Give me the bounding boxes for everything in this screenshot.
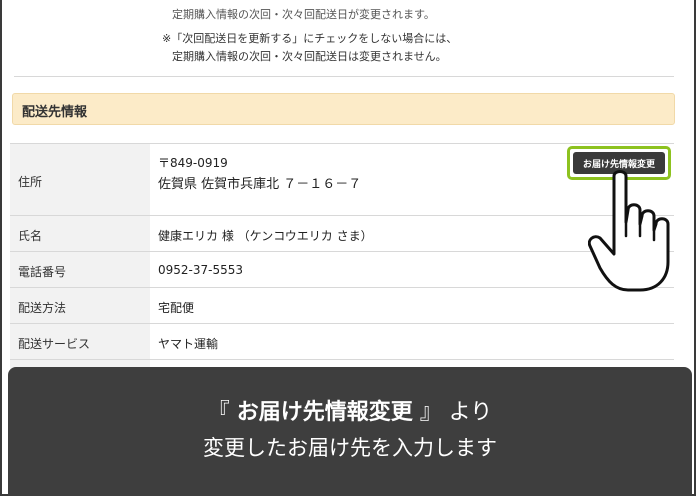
phone-value: 0952-37-5553 <box>158 263 244 277</box>
pointing-hand-icon <box>588 170 670 292</box>
row-label: 電話番号 <box>10 252 150 288</box>
note-line-1: ※「次回配送日を更新する」にチェックをしない場合には、 <box>162 32 458 45</box>
delivery-date-notes: 定期購入情報の次回・次々回配送日が変更されます。 ※「次回配送日を更新する」にチ… <box>14 0 674 77</box>
table-row-delivery-method: 配送方法 宅配便 <box>10 287 674 324</box>
caption-highlight: お届け先情報変更 <box>236 400 413 425</box>
table-row-delivery-service: 配送サービス ヤマト運輸 <box>10 323 674 360</box>
table-row-name: 氏名 健康エリカ 様 （ケンコウエリカ さま） <box>10 215 674 252</box>
note-line-0: 定期購入情報の次回・次々回配送日が変更されます。 <box>172 8 435 21</box>
note-line-2: 定期購入情報の次回・次々回配送日は変更されません。 <box>172 50 447 63</box>
row-label: 配送方法 <box>10 288 150 324</box>
delivery-service-value: ヤマト運輸 <box>158 337 219 351</box>
caption-suffix: より <box>448 400 493 425</box>
row-label: 氏名 <box>10 216 150 252</box>
delivery-method-value: 宅配便 <box>158 301 195 315</box>
table-row-phone: 電話番号 0952-37-5553 <box>10 251 674 288</box>
caption-line-2: 変更したお届け先を入力します <box>203 436 497 460</box>
section-title: 配送先情報 <box>22 105 88 120</box>
caption-panel: 『 お届け先情報変更 』 より 変更したお届け先を入力します <box>8 367 692 496</box>
caption-open-bracket: 『 <box>207 400 230 425</box>
postal-code: 〒849-0919 <box>158 156 228 170</box>
address-text: 佐賀県 佐賀市兵庫北 ７－１６－７ <box>158 177 362 192</box>
caption-line-1: 『 お届け先情報変更 』 より <box>8 394 692 426</box>
row-label: 住所 <box>10 144 150 216</box>
caption-close-bracket: 』 <box>419 400 442 425</box>
section-header: 配送先情報 <box>12 93 675 125</box>
row-label: 配送サービス <box>10 324 150 360</box>
name-value: 健康エリカ 様 （ケンコウエリカ さま） <box>158 229 373 243</box>
